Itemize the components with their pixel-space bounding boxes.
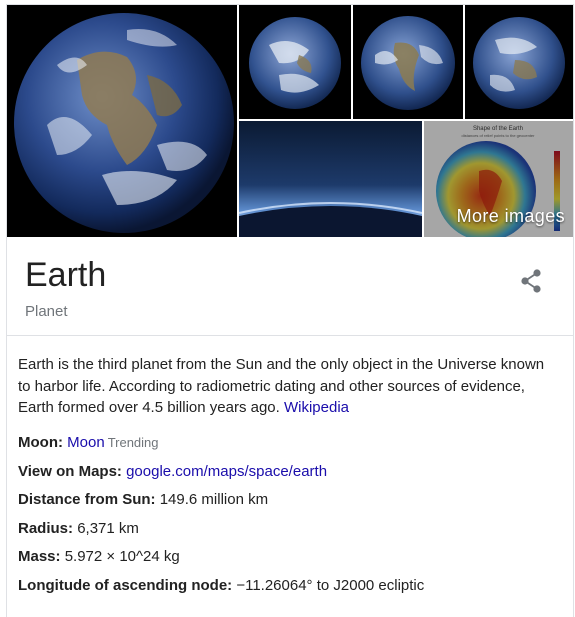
entity-subtitle: Planet bbox=[25, 303, 68, 320]
entity-header: Earth Planet bbox=[7, 237, 573, 336]
earth-thumbnail-image bbox=[353, 5, 463, 119]
fact-label: View on Maps: bbox=[18, 462, 122, 480]
more-images-tile[interactable]: Shape of the Earth distances of relief p… bbox=[424, 121, 573, 237]
fact-value: 6,371 km bbox=[77, 519, 139, 537]
fact-maps: View on Maps: google.com/maps/space/eart… bbox=[18, 461, 563, 490]
fact-mass: Mass: 5.972 × 10^24 kg bbox=[18, 546, 563, 575]
fact-longitude: Longitude of ascending node: −11.26064° … bbox=[18, 575, 563, 604]
wikipedia-link[interactable]: Wikipedia bbox=[284, 399, 349, 416]
main-image[interactable] bbox=[7, 5, 237, 237]
fact-label: Distance from Sun: bbox=[18, 491, 156, 509]
share-icon bbox=[521, 269, 541, 293]
fact-value: 149.6 million km bbox=[159, 491, 269, 509]
thumbnail-3[interactable] bbox=[465, 5, 573, 119]
maps-link[interactable]: google.com/maps/space/earth bbox=[126, 463, 327, 480]
fact-radius: Radius: 6,371 km bbox=[18, 518, 563, 547]
thumbnail-4[interactable] bbox=[239, 121, 422, 237]
earth-thumbnail-image bbox=[465, 5, 573, 119]
fact-label: Moon: bbox=[18, 434, 63, 451]
description-text: Earth is the third planet from the Sun a… bbox=[18, 356, 545, 416]
image-gallery: Shape of the Earth distances of relief p… bbox=[7, 5, 573, 237]
thumbnail-2[interactable] bbox=[353, 5, 463, 119]
thumbnail-1[interactable] bbox=[239, 5, 351, 119]
moon-link[interactable]: Moon bbox=[67, 434, 105, 451]
trending-badge: Trending bbox=[107, 435, 159, 450]
facts-list: Moon: Moon Trending View on Maps: google.… bbox=[18, 432, 563, 604]
earth-full-disk-image bbox=[7, 5, 237, 237]
fact-value: −11.26064° to J2000 ecliptic bbox=[236, 576, 425, 594]
entity-title: Earth bbox=[25, 256, 107, 294]
share-button[interactable] bbox=[515, 265, 547, 297]
more-images-label[interactable]: More images bbox=[457, 206, 565, 227]
fact-label: Longitude of ascending node: bbox=[18, 576, 233, 594]
earth-thumbnail-image bbox=[239, 5, 351, 119]
fact-moon: Moon: Moon Trending bbox=[18, 432, 563, 461]
fact-distance: Distance from Sun: 149.6 million km bbox=[18, 489, 563, 518]
fact-label: Mass: bbox=[18, 548, 61, 566]
fact-value: 5.972 × 10^24 kg bbox=[64, 548, 180, 566]
entity-description: Earth is the third planet from the Sun a… bbox=[18, 354, 558, 419]
fact-label: Radius: bbox=[18, 519, 74, 537]
earth-horizon-image bbox=[239, 121, 422, 237]
